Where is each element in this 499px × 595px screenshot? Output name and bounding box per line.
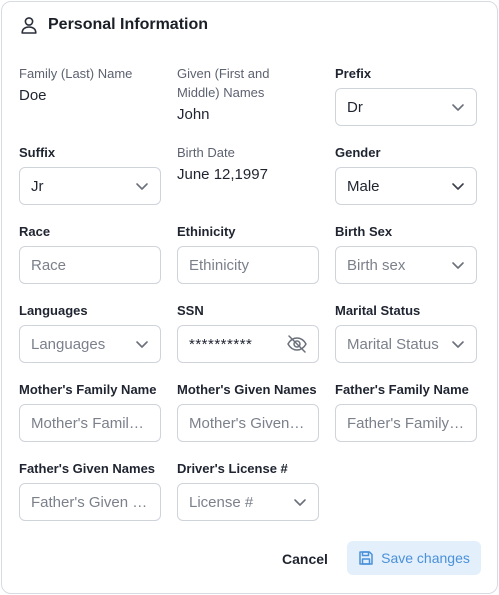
race-label: Race (19, 224, 51, 239)
given-name-label-line1: Given (First and (177, 66, 270, 81)
prefix-select[interactable]: Dr (335, 88, 477, 126)
birth-sex-select[interactable]: Birth sex (335, 246, 477, 284)
person-icon (19, 15, 39, 35)
birth-date-label: Birth Date (177, 145, 235, 160)
chevron-down-icon (292, 494, 308, 510)
suffix-selected-value: Jr (31, 177, 44, 195)
card-header: Personal Information (19, 15, 208, 35)
chevron-down-icon (134, 178, 150, 194)
prefix-label: Prefix (335, 66, 372, 81)
suffix-select[interactable]: Jr (19, 167, 161, 205)
page-title: Personal Information (48, 16, 209, 33)
mothers-family-name-placeholder: Mother's Family Name (31, 414, 150, 432)
ethnicity-placeholder: Ethinicity (189, 256, 250, 274)
ssn-label: SSN (177, 303, 204, 318)
birth-date-value: June 12,1997 (177, 166, 268, 183)
fathers-family-name-placeholder: Father's Family Name (347, 414, 466, 432)
ethnicity-label: Ethinicity (177, 224, 236, 239)
race-input[interactable]: Race (19, 246, 161, 284)
given-name-value: John (177, 106, 210, 123)
mothers-family-name-input[interactable]: Mother's Family Name (19, 404, 161, 442)
fathers-family-name-input[interactable]: Father's Family Name (335, 404, 477, 442)
fathers-family-name-label: Father's Family Name (335, 382, 469, 397)
gender-label: Gender (335, 145, 381, 160)
fathers-given-names-placeholder: Father's Given Names (31, 493, 150, 511)
languages-placeholder: Languages (31, 335, 106, 353)
suffix-label: Suffix (19, 145, 56, 160)
drivers-license-select[interactable]: License # (177, 483, 319, 521)
prefix-selected-value: Dr (347, 98, 363, 116)
languages-select[interactable]: Languages (19, 325, 161, 363)
mothers-given-names-placeholder: Mother's Given Names (189, 414, 308, 432)
given-name-label-line2: Middle) Names (177, 85, 265, 100)
family-name-value: Doe (19, 87, 47, 104)
family-name-label: Family (Last) Name (19, 66, 133, 81)
mothers-family-name-label: Mother's Family Name (19, 382, 157, 397)
mothers-given-names-input[interactable]: Mother's Given Names (177, 404, 319, 442)
eye-off-icon[interactable] (286, 334, 308, 354)
drivers-license-placeholder: License # (189, 493, 254, 511)
marital-status-label: Marital Status (335, 303, 421, 318)
fathers-given-names-input[interactable]: Father's Given Names (19, 483, 161, 521)
save-icon (358, 550, 374, 566)
chevron-down-icon (134, 336, 150, 352)
chevron-down-icon (450, 336, 466, 352)
birth-sex-placeholder: Birth sex (347, 256, 406, 274)
chevron-down-icon (450, 257, 466, 273)
save-changes-button[interactable]: Save changes (347, 541, 481, 575)
marital-status-select[interactable]: Marital Status (335, 325, 477, 363)
drivers-license-label: Driver's License # (177, 461, 288, 476)
birth-sex-label: Birth Sex (335, 224, 393, 239)
mothers-given-names-label: Mother's Given Names (177, 382, 317, 397)
gender-select[interactable]: Male (335, 167, 477, 205)
marital-status-placeholder: Marital Status (347, 335, 439, 353)
ssn-masked-value: ********** (189, 335, 253, 353)
gender-selected-value: Male (347, 177, 380, 195)
ethnicity-input[interactable]: Ethinicity (177, 246, 319, 284)
chevron-down-icon (450, 99, 466, 115)
ssn-input[interactable]: ********** (177, 325, 319, 363)
languages-label: Languages (19, 303, 88, 318)
chevron-down-icon (450, 178, 466, 194)
cancel-button[interactable]: Cancel (272, 546, 338, 572)
save-changes-label: Save changes (381, 550, 470, 566)
race-placeholder: Race (31, 256, 67, 274)
fathers-given-names-label: Father's Given Names (19, 461, 156, 476)
